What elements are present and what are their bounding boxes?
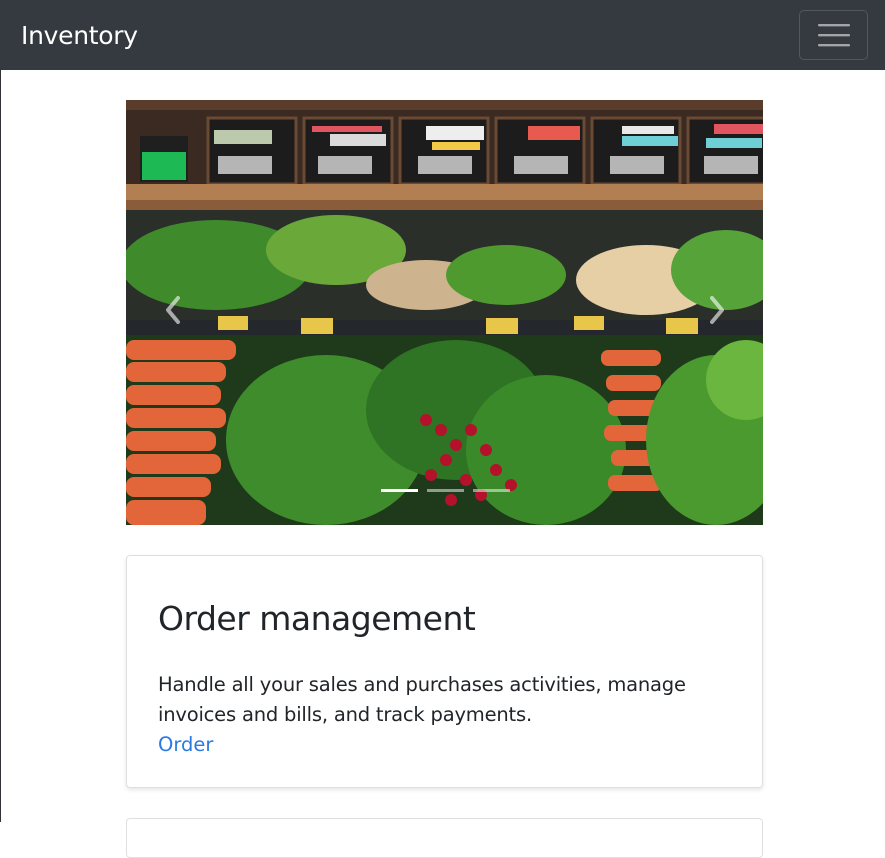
next-card (126, 818, 763, 858)
carousel-indicator-1[interactable] (381, 488, 418, 493)
carousel-indicator-3[interactable] (473, 488, 510, 493)
image-carousel (126, 100, 763, 525)
card-title: Order management (158, 599, 476, 638)
card-text: Handle all your sales and purchases acti… (158, 673, 686, 726)
order-management-card: Order management Handle all your sales a… (126, 555, 763, 788)
price-signs (140, 116, 763, 186)
carousel-indicators (381, 488, 510, 493)
chevron-left-icon[interactable] (162, 295, 186, 325)
produce-aisle-photo (126, 100, 763, 525)
order-link[interactable]: Order (158, 730, 213, 760)
brand-link[interactable]: Inventory (21, 18, 138, 54)
hamburger-icon (817, 24, 850, 47)
chevron-right-icon[interactable] (704, 295, 728, 325)
navbar-toggler-button[interactable] (799, 10, 868, 60)
carousel-indicator-2[interactable] (427, 488, 464, 493)
navbar: Inventory (0, 0, 885, 70)
